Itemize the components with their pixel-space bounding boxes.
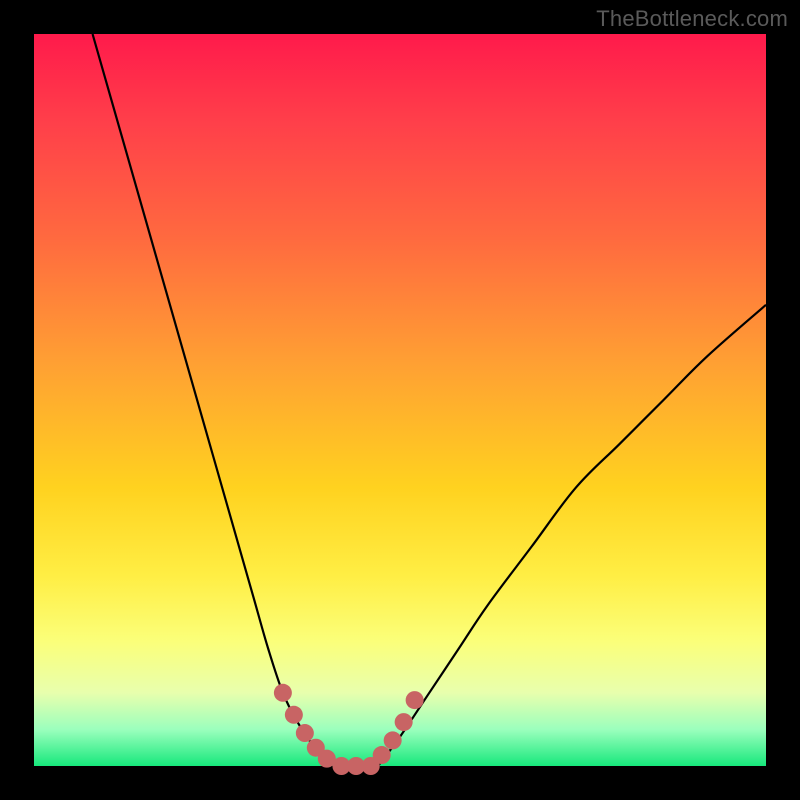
chart-frame: TheBottleneck.com: [0, 0, 800, 800]
marker-dot: [373, 746, 391, 764]
plot-area: [34, 34, 766, 766]
marker-group: [274, 684, 424, 775]
marker-dot: [285, 706, 303, 724]
curve-right: [378, 305, 766, 766]
attribution-text: TheBottleneck.com: [596, 6, 788, 32]
marker-dot: [406, 691, 424, 709]
marker-dot: [395, 713, 413, 731]
marker-dot: [274, 684, 292, 702]
marker-dot: [384, 731, 402, 749]
marker-dot: [296, 724, 314, 742]
curve-left: [93, 34, 335, 766]
curve-svg: [34, 34, 766, 766]
